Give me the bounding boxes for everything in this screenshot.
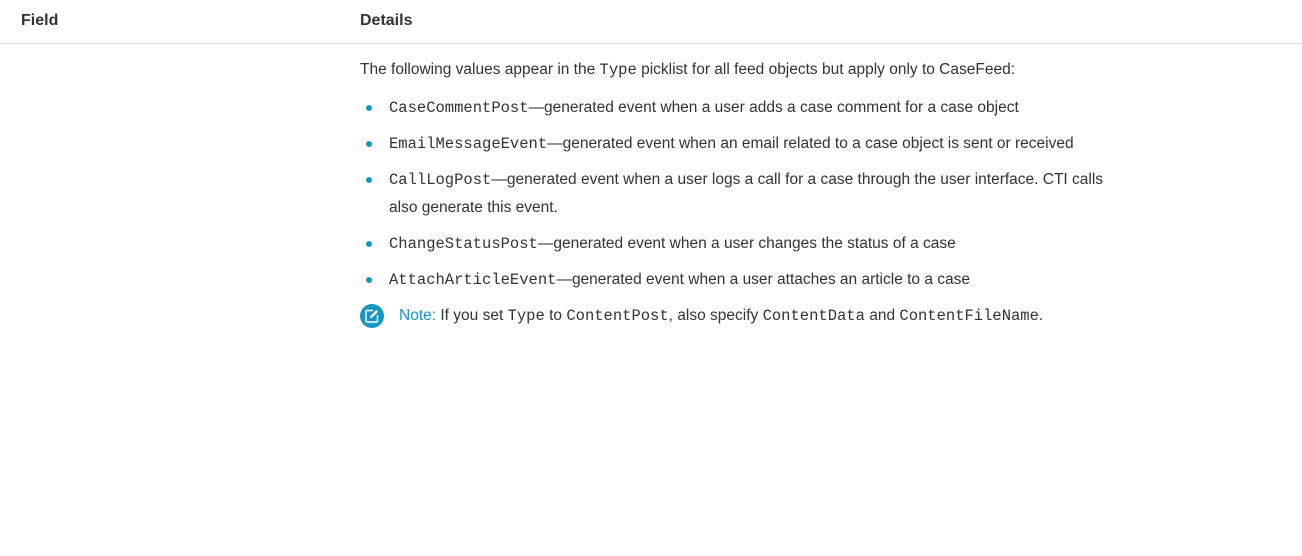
edit-note-icon [360,304,384,328]
bullet-icon [366,177,372,183]
bullet-icon [366,141,372,147]
bullet-icon [366,241,372,247]
value-description: —generated event when an email related t… [547,135,1074,152]
field-column-header: Field [21,12,59,29]
intro-paragraph: The following values appear in the Type … [360,56,1130,84]
bullet-icon [366,105,372,111]
details-cell: The following values appear in the Type … [360,56,1130,330]
note-code: ContentData [762,307,865,325]
list-item: ChangeStatusPost—generated event when a … [360,230,1130,258]
value-description: —generated event when a user adds a case… [528,99,1019,116]
value-code: EmailMessageEvent [389,135,548,153]
note-text: . [1038,307,1044,324]
note-code: ContentFileName [899,307,1039,325]
list-item: EmailMessageEvent—generated event when a… [360,130,1130,158]
picklist-values-list: CaseCommentPost—generated event when a u… [360,94,1130,294]
intro-text-after: picklist for all feed objects but apply … [636,61,1015,78]
intro-text-before: The following values appear in the [360,61,600,78]
value-description: —generated event when a user logs a call… [389,171,1104,216]
value-code: ChangeStatusPost [389,235,538,253]
note-text: and [864,307,900,324]
note-block: Note: If you set Type to ContentPost, al… [360,302,1130,330]
list-item: CaseCommentPost—generated event when a u… [360,94,1130,122]
table-header-row: Field Details [0,0,1302,44]
note-code: ContentPost [566,307,669,325]
list-item: CallLogPost—generated event when a user … [360,166,1130,222]
value-code: CaseCommentPost [389,99,529,117]
note-text: If you set [436,307,508,324]
value-code: CallLogPost [389,171,492,189]
note-text: to [544,307,567,324]
type-field-code: Type [599,61,637,79]
bullet-icon [366,277,372,283]
details-column-header: Details [360,12,413,29]
note-text: , also specify [668,307,763,324]
value-code: AttachArticleEvent [389,271,557,289]
note-label: Note: [399,307,437,324]
note-code: Type [507,307,545,325]
list-item: AttachArticleEvent—generated event when … [360,266,1130,294]
value-description: —generated event when a user changes the… [537,235,956,252]
value-description: —generated event when a user attaches an… [556,271,971,288]
